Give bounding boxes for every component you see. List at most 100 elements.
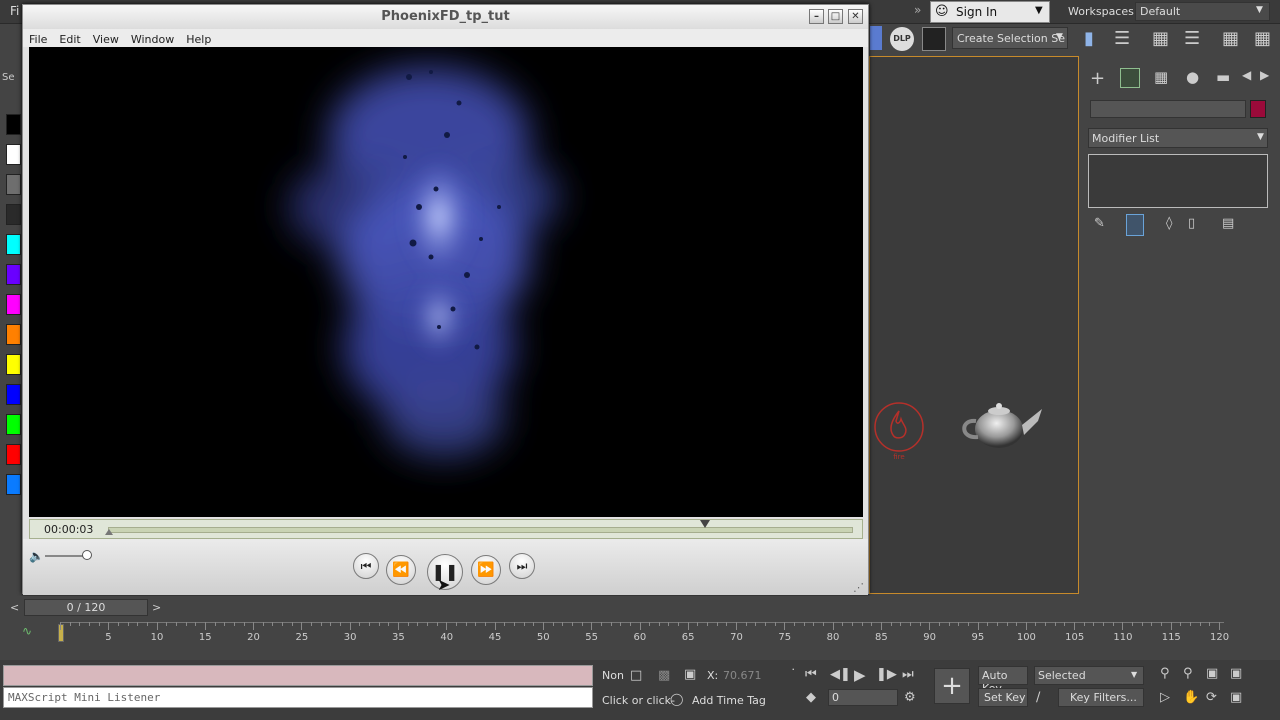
menu-help[interactable]: Help bbox=[180, 29, 217, 46]
fast-forward-button[interactable]: ⏩ bbox=[471, 555, 501, 585]
grid-icon[interactable]: ▦ bbox=[1254, 28, 1271, 49]
remove-modifier-icon[interactable]: ▯ bbox=[1188, 216, 1195, 231]
display-tab-icon[interactable]: ▬ bbox=[1216, 68, 1230, 86]
menu-file[interactable]: File bbox=[23, 29, 53, 46]
pan-hand-icon[interactable]: ✋ bbox=[1183, 690, 1199, 705]
fire-helper-icon[interactable]: fire bbox=[872, 399, 928, 461]
absolute-mode-icon[interactable]: ▣ bbox=[684, 667, 696, 682]
go-to-end-icon[interactable]: ⏭ bbox=[902, 667, 914, 682]
color-swatch[interactable] bbox=[6, 204, 21, 225]
layers-icon[interactable]: ☰ bbox=[1184, 28, 1200, 49]
lock-icon[interactable]: ▩ bbox=[658, 668, 670, 683]
modify-tab-icon[interactable] bbox=[1120, 68, 1140, 88]
maximize-viewport-icon[interactable]: ▣ bbox=[1230, 690, 1242, 705]
seek-track[interactable] bbox=[105, 520, 853, 535]
sign-in-dropdown[interactable]: ☺ Sign In ▼ bbox=[930, 1, 1050, 23]
volume-icon[interactable]: 🔈 bbox=[29, 549, 44, 563]
file-menu[interactable]: Fi bbox=[10, 4, 19, 18]
mirror-icon[interactable]: ▮ bbox=[1084, 28, 1094, 49]
color-swatch[interactable] bbox=[6, 174, 21, 195]
zoom-extents-all-icon[interactable]: ▣ bbox=[1230, 666, 1242, 681]
frame-indicator[interactable] bbox=[58, 624, 64, 642]
color-swatch[interactable] bbox=[6, 354, 21, 375]
video-area[interactable] bbox=[29, 47, 863, 517]
next-frame-button-icon[interactable]: ❚▶ bbox=[876, 667, 897, 682]
color-swatch[interactable] bbox=[6, 384, 21, 405]
go-to-start-icon[interactable]: ⏮ bbox=[805, 667, 817, 682]
maximize-icon[interactable]: □ bbox=[828, 9, 843, 24]
key-mode-icon[interactable]: ◆ bbox=[806, 690, 816, 705]
zoom-icon[interactable]: ⚲ bbox=[1160, 666, 1170, 681]
layer-explorer-icon[interactable]: ▦ bbox=[1152, 28, 1169, 49]
modifier-stack[interactable] bbox=[1088, 154, 1268, 208]
time-slider[interactable]: 0 / 120 bbox=[24, 599, 148, 616]
motion-tab-icon[interactable]: ● bbox=[1186, 68, 1199, 86]
toolbar-icon[interactable] bbox=[870, 26, 882, 50]
seek-thumb[interactable] bbox=[700, 520, 710, 528]
modifier-list-dropdown[interactable]: Modifier List ▼ bbox=[1088, 128, 1268, 148]
time-config-icon[interactable]: ⚙ bbox=[904, 690, 916, 705]
previous-frame-icon[interactable]: ◀❚ bbox=[830, 667, 851, 682]
rewind-button[interactable]: ⏪ bbox=[386, 555, 416, 585]
align-icon[interactable]: ☰ bbox=[1114, 28, 1130, 49]
color-swatch[interactable] bbox=[6, 264, 21, 285]
chevron-right-icon[interactable]: ▶ bbox=[1260, 68, 1269, 82]
menu-window[interactable]: Window bbox=[125, 29, 180, 46]
configure-sets-icon[interactable]: ▤ bbox=[1222, 216, 1234, 231]
scene-explorer-icon[interactable]: ▦ bbox=[1222, 28, 1239, 49]
seek-bar[interactable]: 00:00:03 bbox=[29, 519, 863, 539]
create-tab-icon[interactable]: + bbox=[1090, 68, 1105, 89]
set-key-large-button[interactable]: + bbox=[934, 668, 970, 704]
minimize-icon[interactable]: – bbox=[809, 9, 824, 24]
color-swatch[interactable] bbox=[6, 324, 21, 345]
maxscript-input[interactable]: MAXScript Mini Listener bbox=[3, 687, 593, 708]
next-frame-icon[interactable]: > bbox=[152, 601, 161, 614]
set-key-button[interactable]: Set Key bbox=[978, 688, 1028, 707]
x-coordinate-field[interactable]: 70.671 bbox=[720, 667, 780, 685]
trackbar[interactable]: ∿ 5 10 15 20 25 30 35 40 45 50 55 60 65 70 75 80 85 90 95 1… bbox=[0, 620, 1280, 660]
key-set-dropdown[interactable]: Selected ▼ bbox=[1034, 666, 1144, 685]
object-name-field[interactable] bbox=[1090, 100, 1246, 118]
key-tangent-icon[interactable]: ∕ bbox=[1036, 690, 1040, 705]
color-swatch[interactable] bbox=[6, 474, 21, 495]
hierarchy-tab-icon[interactable]: ▦ bbox=[1154, 68, 1168, 86]
zoom-all-icon[interactable]: ⚲ bbox=[1183, 666, 1193, 681]
skip-back-button[interactable]: ⏮ bbox=[353, 553, 379, 579]
field-of-view-icon[interactable]: ▷ bbox=[1160, 690, 1170, 705]
chevron-left-icon[interactable]: ◀ bbox=[1242, 68, 1251, 82]
color-swatch[interactable] bbox=[6, 294, 21, 315]
current-frame-field[interactable]: 0 bbox=[828, 689, 898, 706]
color-swatch[interactable] bbox=[6, 144, 21, 165]
pin-stack-icon[interactable]: ✎ bbox=[1094, 216, 1105, 231]
dlp-icon[interactable]: DLP bbox=[890, 27, 914, 51]
render-icon[interactable] bbox=[922, 27, 946, 51]
maxscript-output[interactable] bbox=[3, 665, 593, 686]
color-swatch[interactable] bbox=[6, 234, 21, 255]
menu-edit[interactable]: Edit bbox=[53, 29, 86, 46]
isolate-icon[interactable]: □ bbox=[630, 668, 642, 683]
time-tag-icon[interactable]: ◯ bbox=[670, 692, 683, 706]
create-selection-set-dropdown[interactable]: Create Selection Se ▼ bbox=[952, 27, 1068, 49]
menu-view[interactable]: View bbox=[87, 29, 125, 46]
add-time-tag[interactable]: Add Time Tag bbox=[692, 694, 766, 707]
skip-forward-button[interactable]: ⏭ bbox=[509, 553, 535, 579]
close-icon[interactable]: ✕ bbox=[848, 9, 863, 24]
make-unique-icon[interactable]: ◊ bbox=[1166, 216, 1172, 231]
player-title-bar[interactable]: PhoenixFD_tp_tut – □ ✕ bbox=[23, 5, 868, 29]
color-swatch[interactable] bbox=[6, 114, 21, 135]
auto-key-button[interactable]: Auto Key bbox=[978, 666, 1028, 695]
show-end-result-icon[interactable] bbox=[1126, 214, 1144, 236]
color-swatch[interactable] bbox=[6, 444, 21, 465]
curve-editor-icon[interactable]: ∿ bbox=[22, 624, 32, 638]
object-color-swatch[interactable] bbox=[1250, 100, 1266, 118]
left-tab-label[interactable]: Se bbox=[2, 72, 15, 83]
key-filters-button[interactable]: Key Filters... bbox=[1058, 688, 1144, 707]
volume-thumb[interactable] bbox=[81, 550, 92, 560]
zoom-extents-icon[interactable]: ▣ bbox=[1206, 666, 1218, 681]
workspace-select[interactable]: Default ▼ bbox=[1135, 2, 1270, 21]
perspective-viewport[interactable]: fire bbox=[869, 56, 1079, 594]
resize-grip-icon[interactable]: ⋰ bbox=[853, 581, 864, 594]
orbit-icon[interactable]: ⟳ bbox=[1206, 690, 1217, 705]
teapot-object[interactable] bbox=[952, 397, 1048, 457]
play-icon[interactable]: ▶ bbox=[854, 666, 866, 684]
